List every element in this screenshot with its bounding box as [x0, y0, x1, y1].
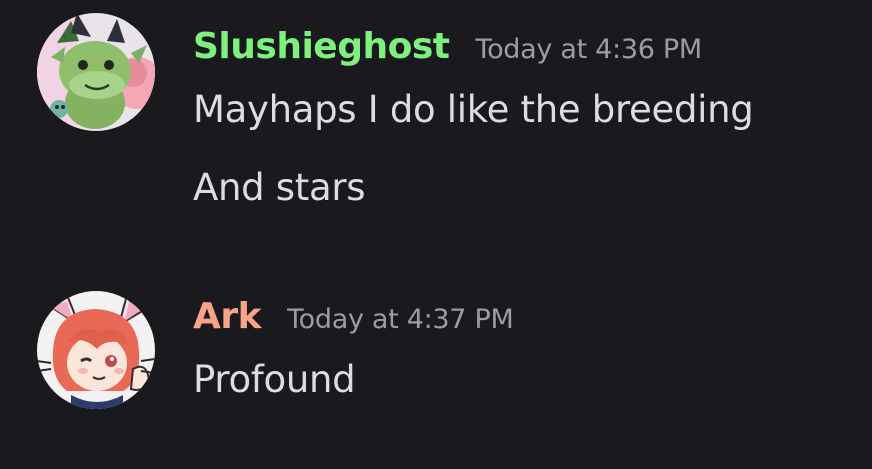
chat-message-list: Slushieghost Today at 4:36 PM Mayhaps I … — [0, 0, 872, 469]
avatar[interactable] — [37, 13, 155, 131]
timestamp: Today at 4:36 PM — [475, 34, 702, 65]
message-group: Slushieghost Today at 4:36 PM Mayhaps I … — [0, 0, 872, 240]
message-text: Mayhaps I do like the breeding — [193, 88, 754, 131]
green-dragon-plush-avatar-icon — [37, 13, 155, 131]
message-text: Profound — [193, 358, 356, 401]
message-header: Ark Today at 4:37 PM — [193, 296, 514, 337]
timestamp: Today at 4:37 PM — [287, 304, 514, 335]
message-text: And stars — [193, 166, 366, 209]
username[interactable]: Slushieghost — [193, 26, 450, 67]
username[interactable]: Ark — [193, 296, 262, 337]
avatar[interactable] — [37, 291, 155, 409]
message-group: Ark Today at 4:37 PM Profound — [0, 260, 872, 469]
message-header: Slushieghost Today at 4:36 PM — [193, 26, 702, 67]
red-haired-catgirl-avatar-icon — [37, 291, 155, 409]
